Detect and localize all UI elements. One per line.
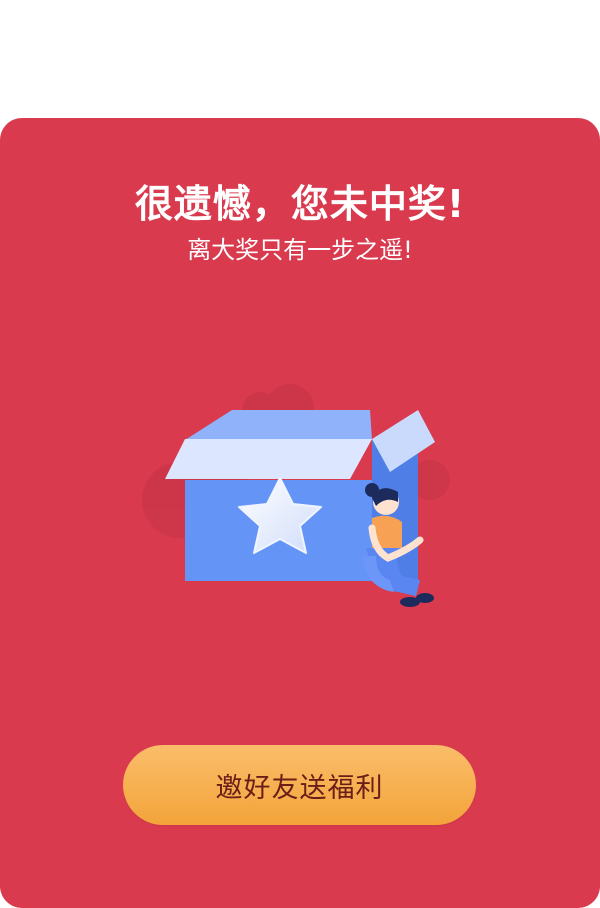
result-subtitle: 离大奖只有一步之遥! [187, 236, 413, 264]
result-title: 很遗憾，您未中奖! [134, 182, 466, 226]
empty-gift-illustration [140, 380, 460, 620]
invite-friends-button[interactable]: 邀好友送福利 [123, 745, 476, 825]
gift-box-icon [142, 384, 450, 607]
